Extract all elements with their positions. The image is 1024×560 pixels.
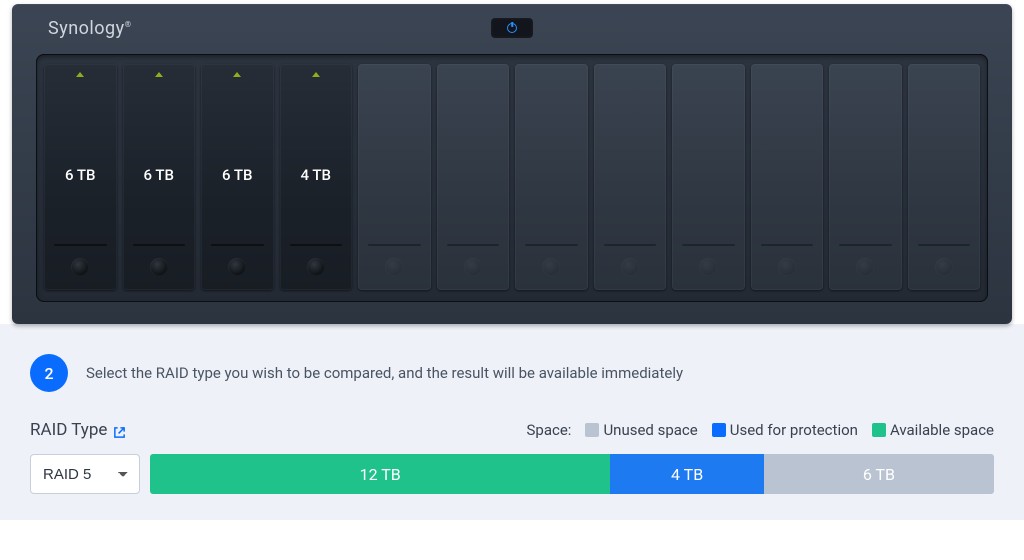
legend-protection: Used for protection: [712, 421, 858, 439]
drive-lock-icon: [856, 258, 874, 276]
nas-chassis: Synology® 6 TB 6 TB 6 TB 4 TB: [12, 4, 1012, 324]
drive-bay-7[interactable]: [515, 64, 588, 290]
brand-label: Synology®: [48, 18, 131, 39]
legend-unused: Unused space: [585, 421, 697, 439]
power-icon: [507, 23, 517, 33]
space-legend: Space: Unused space Used for protection …: [527, 421, 995, 439]
raid-type-select[interactable]: RAID 5: [30, 454, 140, 494]
drive-bay-12[interactable]: [908, 64, 981, 290]
drive-bay-11[interactable]: [829, 64, 902, 290]
drive-capacity-label: 4 TB: [280, 166, 353, 184]
drive-capacity-label: 6 TB: [44, 166, 117, 184]
drive-bay-3[interactable]: 6 TB: [201, 64, 274, 290]
drive-bay-4[interactable]: 4 TB: [280, 64, 353, 290]
raid-type-label: RAID Type: [30, 420, 126, 440]
step-instruction: Select the RAID type you wish to be comp…: [86, 364, 683, 382]
drive-led-icon: [312, 72, 320, 77]
drive-slot: [604, 244, 657, 246]
drive-led-icon: [155, 72, 163, 77]
drive-bay-6[interactable]: [437, 64, 510, 290]
drive-lock-icon: [228, 258, 246, 276]
external-link-icon[interactable]: [113, 424, 126, 437]
drive-lock-icon: [464, 258, 482, 276]
drive-slot: [447, 244, 500, 246]
space-usage-bar: 12 TB 4 TB 6 TB: [150, 454, 994, 494]
legend-available: Available space: [872, 421, 994, 439]
drive-lock-icon: [935, 258, 953, 276]
drive-bay-10[interactable]: [751, 64, 824, 290]
drive-bay-5[interactable]: [358, 64, 431, 290]
drive-slot: [54, 244, 107, 246]
drive-lock-icon: [542, 258, 560, 276]
raid-config-panel: 2 Select the RAID type you wish to be co…: [0, 324, 1024, 520]
drive-slot: [839, 244, 892, 246]
drive-slot: [918, 244, 971, 246]
step-number-badge: 2: [30, 354, 68, 392]
drive-lock-icon: [621, 258, 639, 276]
drive-bay-frame: 6 TB 6 TB 6 TB 4 TB: [36, 54, 988, 302]
drive-slot: [133, 244, 186, 246]
drive-bay-8[interactable]: [594, 64, 667, 290]
drive-lock-icon: [71, 258, 89, 276]
drive-slot: [682, 244, 735, 246]
drive-slot: [290, 244, 343, 246]
drive-capacity-label: 6 TB: [123, 166, 196, 184]
drive-bay-9[interactable]: [672, 64, 745, 290]
power-button[interactable]: [492, 19, 532, 37]
drive-led-icon: [76, 72, 84, 77]
segment-available: 12 TB: [150, 454, 610, 494]
drive-lock-icon: [699, 258, 717, 276]
drive-lock-icon: [307, 258, 325, 276]
drive-led-icon: [233, 72, 241, 77]
drive-slot: [368, 244, 421, 246]
drive-lock-icon: [150, 258, 168, 276]
drive-bay-2[interactable]: 6 TB: [123, 64, 196, 290]
drive-lock-icon: [385, 258, 403, 276]
drive-bay-1[interactable]: 6 TB: [44, 64, 117, 290]
drive-slot: [761, 244, 814, 246]
legend-title: Space:: [527, 421, 572, 439]
drive-lock-icon: [778, 258, 796, 276]
drive-slot: [211, 244, 264, 246]
segment-protection: 4 TB: [610, 454, 763, 494]
drive-capacity-label: 6 TB: [201, 166, 274, 184]
drive-slot: [525, 244, 578, 246]
segment-unused: 6 TB: [764, 454, 994, 494]
